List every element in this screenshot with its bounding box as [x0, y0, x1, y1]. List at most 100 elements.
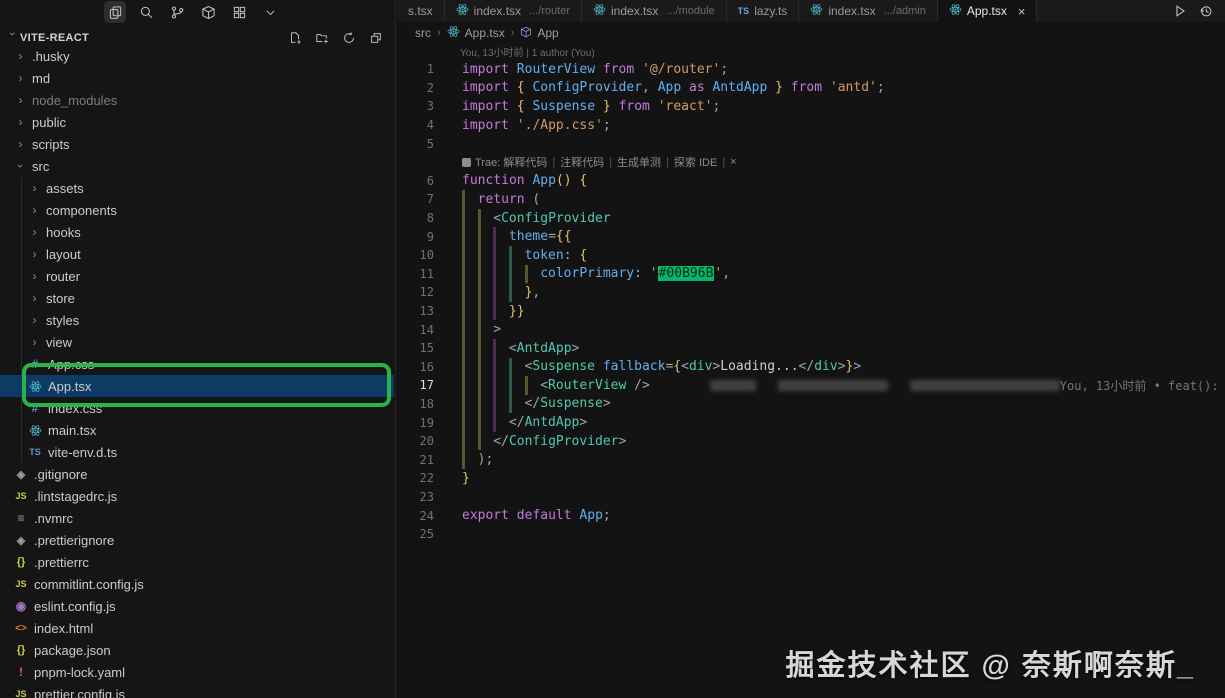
tree-item-label: store — [46, 291, 75, 306]
tree-file-commitlint-config-js[interactable]: JScommitlint.config.js — [0, 573, 394, 595]
tree-item-label: components — [46, 203, 117, 218]
tree-folder-assets[interactable]: ›assets — [0, 177, 394, 199]
json-file-icon: {} — [14, 644, 28, 656]
tree-file-prettierignore[interactable]: ◈ .prettierignore — [0, 529, 394, 551]
tree-folder-view[interactable]: ›view — [0, 331, 394, 353]
tab-app-tsx[interactable]: App.tsx× — [938, 0, 1038, 22]
file-blame-summary: You, 13小时前 | 1 author (You) — [397, 44, 1225, 59]
tree-folder-store[interactable]: ›store — [0, 287, 394, 309]
tree-folder-styles[interactable]: ›styles — [0, 309, 394, 331]
tab-index-tsx[interactable]: index.tsx.../router — [445, 0, 582, 22]
tree-folder-md[interactable]: ›md — [0, 67, 394, 89]
breadcrumb-app-tsx[interactable]: App.tsx — [447, 25, 505, 41]
tree-file-package-json[interactable]: {} package.json — [0, 639, 394, 661]
indent-guide — [462, 246, 478, 265]
tab-index-tsx[interactable]: index.tsx.../admin — [799, 0, 938, 22]
codelens-action[interactable]: 注释代码 — [560, 154, 604, 170]
code-token: > — [619, 434, 627, 449]
code-token: RouterView — [548, 378, 626, 393]
tree-folder-components[interactable]: ›components — [0, 199, 394, 221]
code-token: = — [548, 229, 556, 244]
tree-file-index-html[interactable]: <>index.html — [0, 617, 394, 639]
search-icon[interactable] — [135, 1, 157, 23]
tree-item-label: .lintstagedrc.js — [34, 489, 117, 504]
line-number: 24 — [397, 509, 447, 523]
code-token: import — [462, 118, 509, 133]
codelens-action[interactable]: Trae: 解释代码 — [475, 154, 547, 170]
code-line-3: 3import { Suspense } from 'react'; — [397, 97, 1225, 116]
indent-guide — [493, 358, 509, 377]
tree-file-pnpm-lock-yaml[interactable]: !pnpm-lock.yaml — [0, 661, 394, 683]
indent-guide — [462, 190, 478, 209]
line-content — [447, 525, 1225, 544]
indent-guide — [493, 376, 509, 395]
tab-s-tsx[interactable]: s.tsx — [397, 0, 445, 22]
layout-grid-icon[interactable] — [228, 1, 250, 23]
tree-item-label: vite-env.d.ts — [48, 445, 117, 460]
tree-folder-layout[interactable]: ›layout — [0, 243, 394, 265]
css-file-icon: # — [28, 357, 42, 371]
chevron-down-icon[interactable]: › — [6, 32, 18, 44]
tree-folder-husky[interactable]: ›.husky — [0, 45, 394, 67]
close-icon[interactable]: × — [1018, 4, 1026, 19]
code-token: { — [517, 99, 525, 114]
line-content: }} — [447, 302, 1225, 321]
tree-item-label: pnpm-lock.yaml — [34, 665, 125, 680]
code-token: ' — [714, 266, 722, 281]
tree-file-index-css[interactable]: #index.css — [0, 397, 394, 419]
source-control-icon[interactable] — [166, 1, 188, 23]
tree-file-main-tsx[interactable]: main.tsx — [0, 419, 394, 441]
breadcrumb-src[interactable]: src — [415, 26, 431, 40]
line-content — [447, 488, 1225, 507]
tree-file-lintstagedrc-js[interactable]: JS .lintstagedrc.js — [0, 485, 394, 507]
tab-index-tsx[interactable]: index.tsx.../module — [582, 0, 727, 22]
tree-file-nvmrc[interactable]: ≡.nvmrc — [0, 507, 394, 529]
codelens-action[interactable]: 生成单测 — [617, 154, 661, 170]
tree-folder-hooks[interactable]: ›hooks — [0, 221, 394, 243]
tree-folder-node-modules[interactable]: ›node_modules — [0, 89, 394, 111]
react-icon — [810, 3, 823, 19]
tree-item-label: package.json — [34, 643, 111, 658]
code-token: } — [525, 285, 533, 300]
indent-guide — [462, 376, 478, 395]
code-token — [572, 173, 580, 188]
code-token: } — [603, 99, 611, 114]
tree-folder-public[interactable]: ›public — [0, 111, 394, 133]
tree-file-app-tsx[interactable]: App.tsx — [0, 375, 394, 397]
diamond-file-icon: ◈ — [14, 534, 28, 547]
codelens-action[interactable]: 探索 IDE — [674, 154, 717, 170]
tree-folder-src[interactable]: ›src — [0, 155, 394, 177]
indent-guide — [509, 246, 525, 265]
tree-folder-router[interactable]: ›router — [0, 265, 394, 287]
indent-guide — [509, 265, 525, 284]
code-token: colorPrimary — [540, 266, 634, 281]
line-content: import { ConfigProvider, App as AntdApp … — [447, 79, 1225, 98]
chevron-down-icon[interactable] — [259, 1, 281, 23]
indent-guide — [509, 395, 525, 414]
tree-file-prettierrc[interactable]: {}.prettierrc — [0, 551, 394, 573]
breadcrumb-app[interactable]: App — [520, 26, 558, 41]
indent-guide — [525, 376, 541, 395]
tree-file-gitignore[interactable]: ◈.gitignore — [0, 463, 394, 485]
tree-file-eslint-config-js[interactable]: ◉eslint.config.js — [0, 595, 394, 617]
js-file-icon: JS — [14, 491, 28, 501]
tree-file-prettier-config-js[interactable]: JSprettier.config.js — [0, 683, 394, 698]
run-icon[interactable] — [1173, 4, 1187, 18]
extensions-icon[interactable] — [197, 1, 219, 23]
code-token: , — [532, 285, 540, 300]
tab-lazy-ts[interactable]: TSlazy.ts — [727, 0, 800, 22]
tree-folder-scripts[interactable]: ›scripts — [0, 133, 394, 155]
files-icon[interactable] — [104, 1, 126, 23]
chevron-right-icon: › — [28, 335, 41, 349]
indent-guide — [493, 283, 509, 302]
timeline-icon[interactable] — [1199, 4, 1213, 18]
tree-file-vite-env-d-ts[interactable]: TSvite-env.d.ts — [0, 441, 394, 463]
indent-guide — [462, 339, 478, 358]
censored-blame-segment — [710, 380, 756, 391]
code-token — [509, 508, 517, 523]
indent-guide — [493, 413, 509, 432]
code-token — [509, 62, 517, 77]
tree-item-label: .prettierignore — [34, 533, 114, 548]
tree-file-app-css[interactable]: #App.css — [0, 353, 394, 375]
codelens-action[interactable]: × — [730, 156, 736, 168]
